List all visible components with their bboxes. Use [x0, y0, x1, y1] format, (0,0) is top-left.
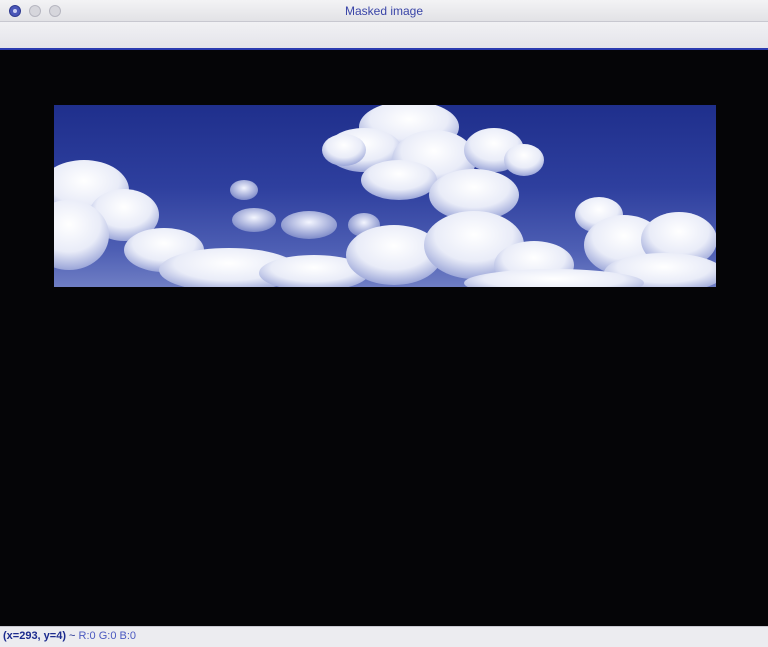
app-window: Masked image (x=293, y=4) ~ R:0 G:0 B:0 [0, 0, 768, 647]
title-bar[interactable]: Masked image [0, 0, 768, 22]
masked-image-region [54, 105, 716, 287]
status-bar: (x=293, y=4) ~ R:0 G:0 B:0 [0, 626, 768, 647]
pixel-rgb-value: R:0 G:0 B:0 [78, 630, 137, 642]
window-title: Masked image [344, 4, 424, 18]
image-canvas[interactable] [0, 50, 768, 626]
cloud-sky-image [54, 105, 716, 287]
toolbar [0, 22, 768, 50]
status-separator: ~ [66, 630, 79, 642]
cursor-coordinates: (x=293, y=4) [3, 630, 66, 642]
